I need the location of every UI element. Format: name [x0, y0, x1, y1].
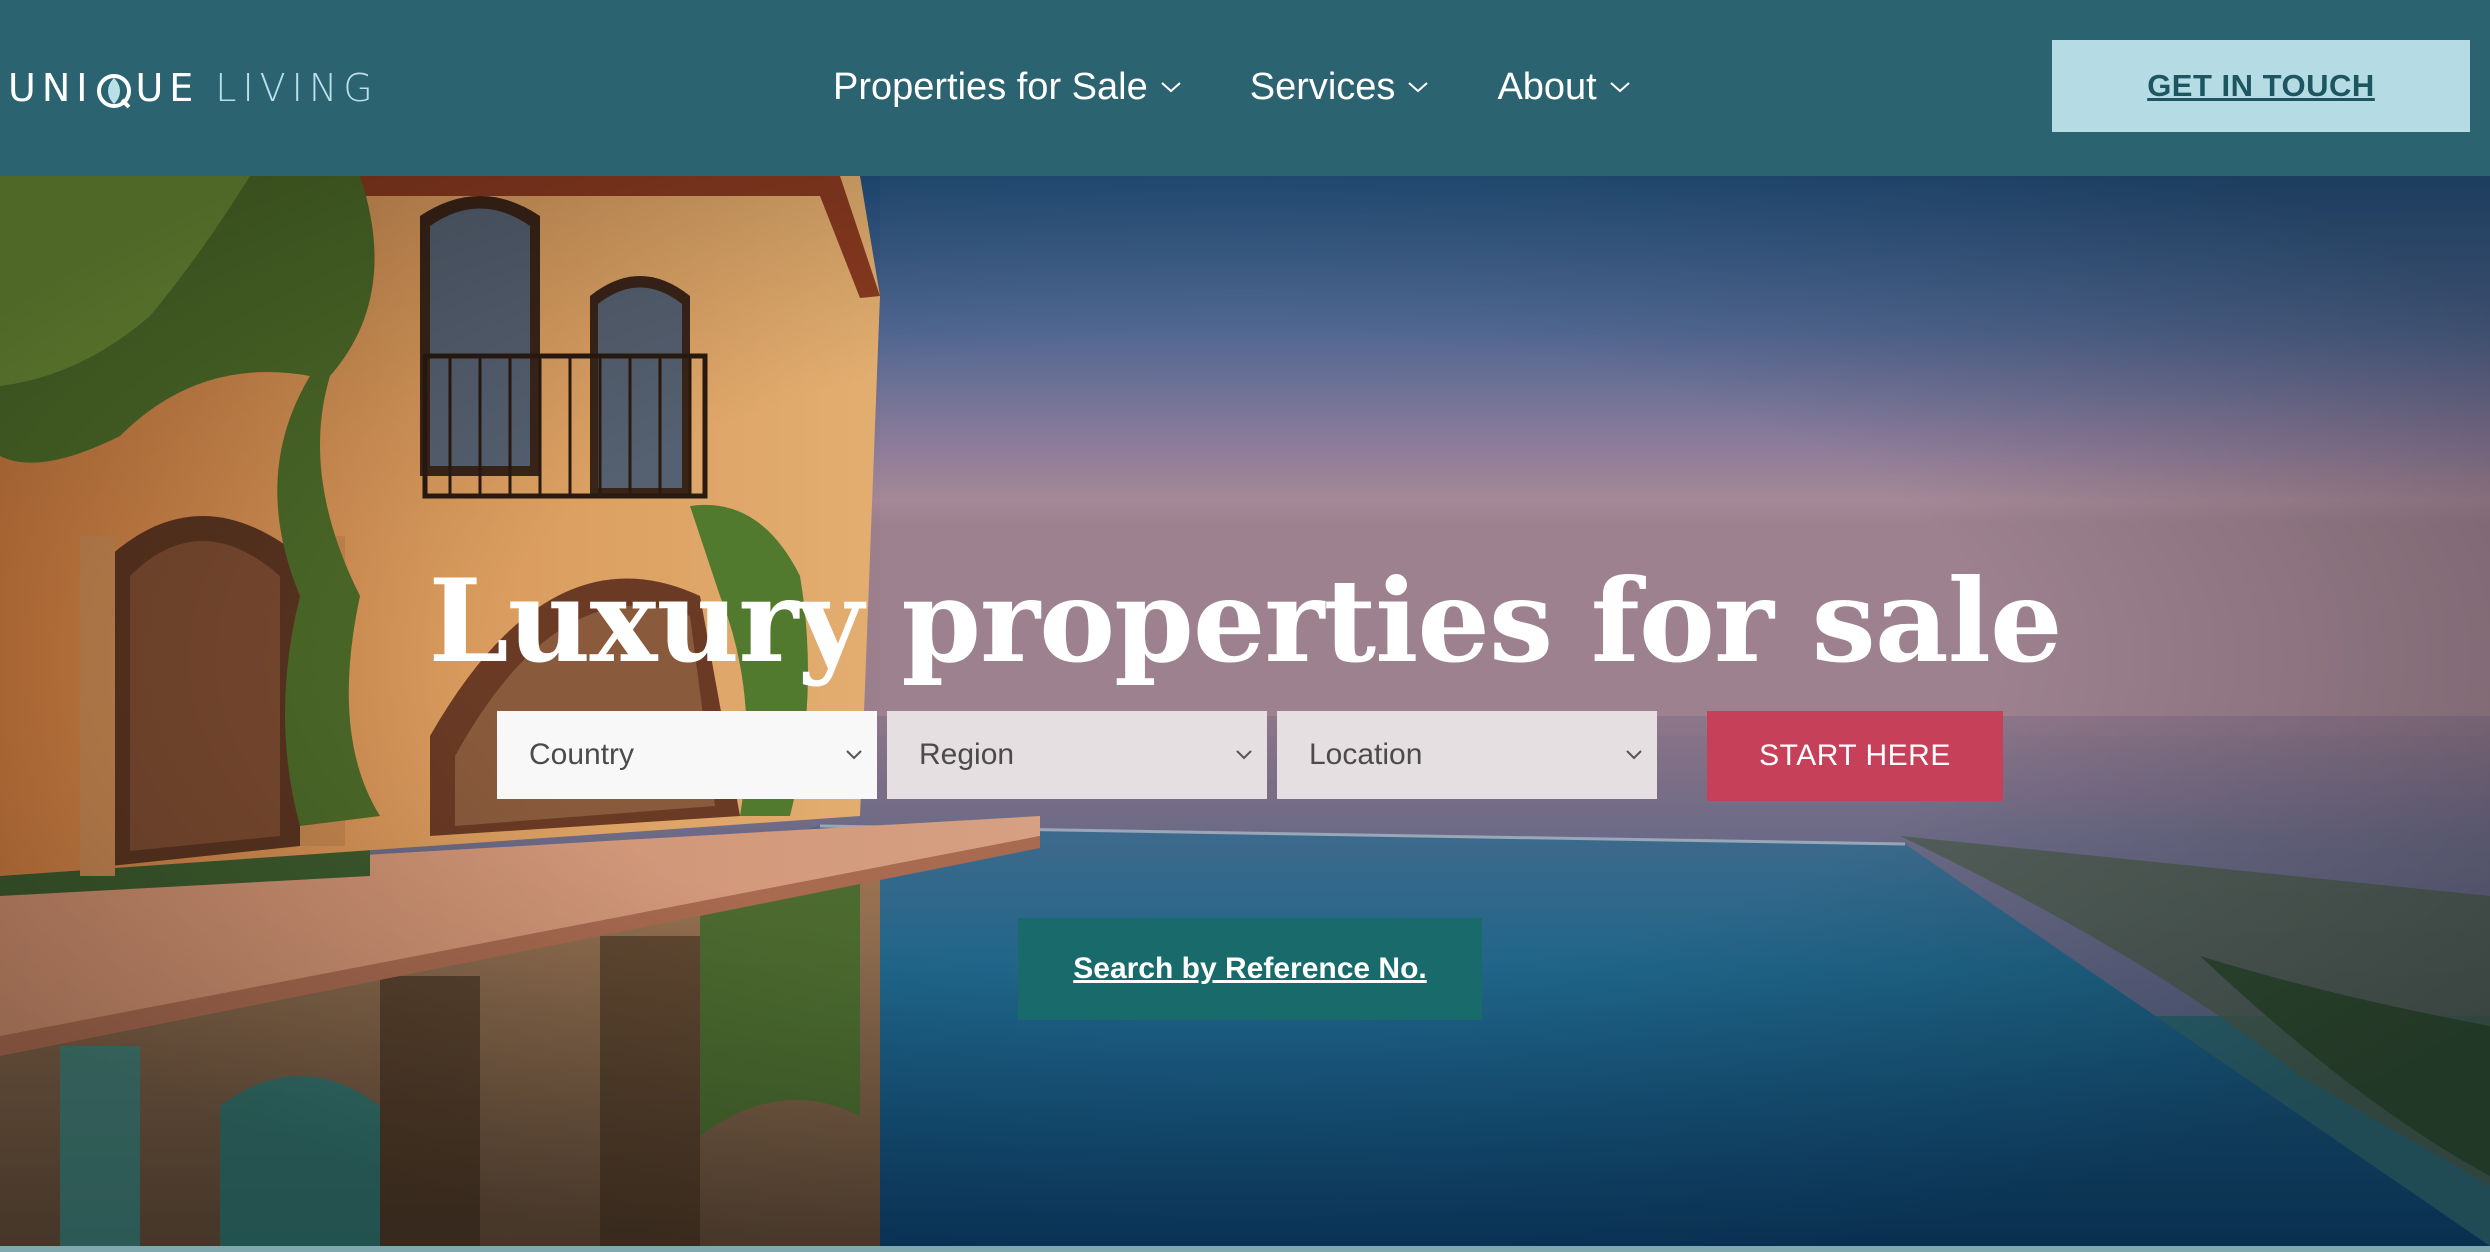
nav-about-label: About	[1497, 65, 1597, 108]
logo-word-living: LIVING	[215, 66, 379, 110]
hero-title: Luxury properties for sale	[428, 554, 2062, 688]
site-header: UNI UE LIVING Properties for Sale Service…	[0, 0, 2490, 176]
chevron-down-icon	[1236, 750, 1252, 760]
nav-properties-for-sale[interactable]: Properties for Sale	[833, 66, 1182, 109]
region-select-value: Region	[919, 738, 1015, 771]
main-nav: Properties for Sale Services About	[833, 58, 1631, 116]
start-here-button[interactable]: START HERE	[1707, 711, 2003, 801]
country-select-value: Country	[529, 738, 635, 771]
search-by-reference-button[interactable]: Search by Reference No.	[1018, 918, 1482, 1020]
chevron-down-icon	[1626, 750, 1642, 760]
chevron-down-icon	[846, 750, 862, 760]
logo-q-leaf-icon	[95, 72, 133, 110]
hero-section: Luxury properties for sale Country Regio…	[0, 176, 2490, 1246]
nav-services-label: Services	[1249, 65, 1396, 108]
nav-properties-label: Properties for Sale	[833, 65, 1148, 108]
site-logo[interactable]: UNI UE LIVING	[8, 62, 379, 114]
chevron-down-icon	[1408, 82, 1429, 93]
logo-word-unique: UNI UE	[8, 66, 200, 110]
location-select[interactable]: Location	[1277, 711, 1657, 799]
country-select[interactable]: Country	[497, 711, 877, 799]
location-select-value: Location	[1309, 738, 1423, 771]
chevron-down-icon	[1161, 82, 1181, 93]
nav-about[interactable]: About	[1497, 66, 1630, 109]
nav-services[interactable]: Services	[1250, 66, 1430, 109]
region-select[interactable]: Region	[887, 711, 1267, 799]
chevron-down-icon	[1610, 82, 1630, 93]
section-divider	[0, 1246, 2490, 1252]
get-in-touch-button[interactable]: GET IN TOUCH	[2052, 40, 2470, 132]
